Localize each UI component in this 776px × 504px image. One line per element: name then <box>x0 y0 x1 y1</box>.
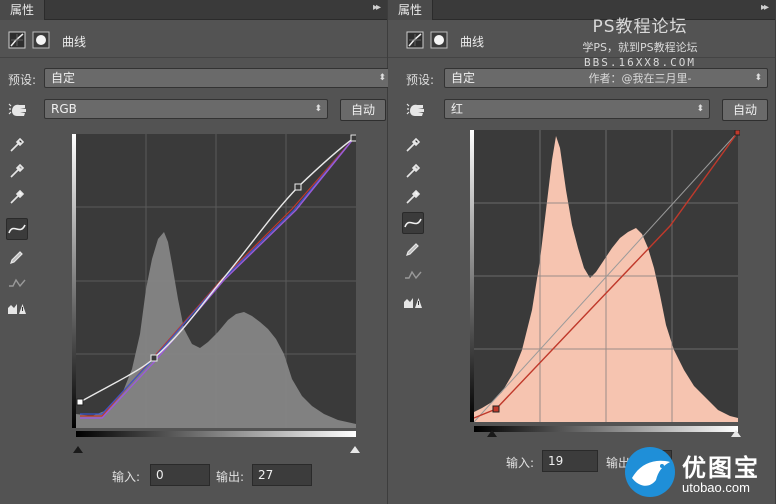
preset-row: 预设: 自定 ⬍ <box>0 68 392 90</box>
output-field[interactable]: 27 <box>252 464 312 486</box>
target-adjust-hand-icon[interactable] <box>406 101 428 119</box>
panel-menu-icon[interactable]: ▸▸ <box>373 2 381 13</box>
channel-dropdown[interactable]: 红 ⬍ <box>444 99 710 119</box>
dropdown-arrows-icon: ⬍ <box>378 73 386 83</box>
preset-value: 自定 <box>451 71 476 85</box>
channel-row: 红 ⬍ 自动 <box>388 99 775 123</box>
watermark-author: 作者：@我在三月里- <box>588 72 692 85</box>
curves-adjustment-icon <box>8 31 26 49</box>
curve-point[interactable] <box>492 405 500 413</box>
smooth-icon[interactable] <box>402 264 424 286</box>
input-tone-bar <box>76 431 356 437</box>
panel-menu-icon[interactable]: ▸▸ <box>761 2 769 13</box>
channel-value: RGB <box>51 102 77 116</box>
eyedropper-black-icon[interactable] <box>402 134 424 156</box>
site-logo: 优图宝 utobao.com <box>622 444 772 500</box>
curve-point-icon[interactable] <box>6 218 28 240</box>
preset-dropdown[interactable]: 自定 ⬍ <box>44 68 392 88</box>
input-field[interactable]: 0 <box>150 464 210 486</box>
dropdown-arrows-icon: ⬍ <box>696 104 704 114</box>
auto-button[interactable]: 自动 <box>340 99 386 121</box>
eyedropper-white-icon[interactable] <box>6 186 28 208</box>
panel-title: 曲线 <box>62 35 87 49</box>
channel-dropdown[interactable]: RGB ⬍ <box>44 99 328 119</box>
panel-title: 曲线 <box>460 35 485 49</box>
eyedropper-black-icon[interactable] <box>6 134 28 156</box>
logo-chinese-text: 优图宝 <box>682 454 760 482</box>
black-point-slider[interactable] <box>487 430 497 437</box>
forum-watermark: PS教程论坛 学PS，就到PS教程论坛 BBS.16XX8.COM 作者：@我在… <box>540 12 740 86</box>
eyedropper-gray-icon[interactable] <box>402 160 424 182</box>
curve-point[interactable] <box>76 398 84 406</box>
input-output-row: 输入: 0 输出: 27 <box>112 464 332 486</box>
eyedropper-white-icon[interactable] <box>402 186 424 208</box>
pencil-icon[interactable] <box>6 246 28 268</box>
black-point-slider[interactable] <box>73 446 83 453</box>
channel-row: RGB ⬍ 自动 <box>0 99 387 123</box>
curves-adjustment-icon <box>406 31 424 49</box>
curve-point[interactable] <box>294 183 302 191</box>
dropdown-arrows-icon: ⬍ <box>754 73 762 83</box>
curves-graph[interactable] <box>72 134 356 438</box>
input-label: 输入: <box>506 456 535 470</box>
bird-logo-icon <box>625 447 675 497</box>
watermark-url: BBS.16XX8.COM <box>583 56 697 69</box>
preset-value: 自定 <box>51 71 76 85</box>
curves-graph[interactable] <box>470 130 740 436</box>
curve-point-icon[interactable] <box>402 212 424 234</box>
layer-mask-icon[interactable] <box>32 31 50 49</box>
dropdown-arrows-icon: ⬍ <box>314 104 322 114</box>
preset-label: 预设: <box>406 73 435 87</box>
eyedropper-gray-icon[interactable] <box>6 160 28 182</box>
white-point-slider[interactable] <box>731 430 741 437</box>
channel-value: 红 <box>451 102 464 116</box>
properties-tab[interactable]: 属性 <box>388 0 434 20</box>
clipping-warning-icon[interactable] <box>6 298 28 320</box>
watermark-title: PS教程论坛 <box>592 17 688 37</box>
auto-button[interactable]: 自动 <box>722 99 768 121</box>
properties-tab[interactable]: 属性 <box>0 0 46 20</box>
curves-header: 曲线 <box>0 24 387 58</box>
white-point-slider[interactable] <box>350 446 360 453</box>
target-adjust-hand-icon[interactable] <box>8 101 30 119</box>
layer-mask-icon[interactable] <box>430 31 448 49</box>
pencil-icon[interactable] <box>402 238 424 260</box>
watermark-slogan: 学PS，就到PS教程论坛 <box>582 41 698 54</box>
input-label: 输入: <box>112 470 141 484</box>
output-tone-bar <box>72 134 76 428</box>
curve-point[interactable] <box>734 130 740 136</box>
output-label: 输出: <box>216 470 245 484</box>
clipping-warning-icon[interactable] <box>402 292 424 314</box>
logo-domain-text: utobao.com <box>682 480 750 495</box>
preset-label: 预设: <box>8 73 37 87</box>
curve-point[interactable] <box>150 354 158 362</box>
input-tone-bar <box>474 426 738 432</box>
properties-panel-left: 属性 ▸▸ 曲线 预设: 自定 ⬍ RGB ⬍ 自动 输入: 0 输出: 27 <box>0 0 392 504</box>
smooth-icon[interactable] <box>6 272 28 294</box>
curve-point[interactable] <box>350 134 356 142</box>
panel-titlebar: 属性 ▸▸ <box>0 0 387 20</box>
input-field[interactable]: 19 <box>542 450 598 472</box>
output-tone-bar <box>470 130 474 422</box>
